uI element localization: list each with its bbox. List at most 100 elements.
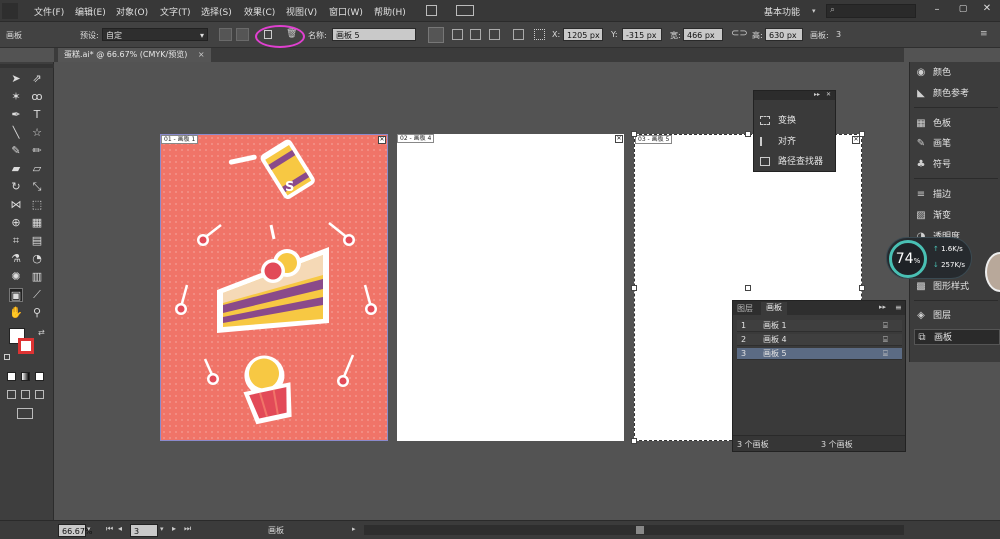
zoom-tool-icon[interactable]: ⚲	[30, 306, 44, 320]
panel-brushes[interactable]: ✎ 画笔	[914, 136, 1000, 152]
resize-handle-tc[interactable]	[745, 131, 751, 137]
x-input[interactable]: 1205 px	[563, 28, 603, 41]
first-artboard-icon[interactable]: ⏮	[106, 524, 113, 534]
artboards-panel-collapse-icon[interactable]: ▸▸	[879, 303, 886, 311]
float-item-pathfinder[interactable]: 路径查找器	[760, 154, 823, 167]
reference-point-icon[interactable]	[534, 29, 545, 40]
document-tab[interactable]: 蛋糕.ai* @ 66.67% (CMYK/预览) ×	[58, 48, 211, 62]
artboard-options-row-icon[interactable]: ⌸	[883, 348, 888, 360]
constrain-link-icon[interactable]: ⊂⊃	[731, 28, 748, 39]
last-artboard-icon[interactable]: ⏭	[184, 524, 191, 534]
arrange-docs-icon[interactable]	[426, 5, 437, 16]
artboard-tool-icon[interactable]: ▣	[9, 288, 23, 302]
float-item-align[interactable]: 对齐	[760, 134, 796, 147]
none-mode-icon[interactable]	[35, 372, 44, 381]
panel-symbols[interactable]: ♣ 符号	[914, 157, 1000, 173]
hand-tool-icon[interactable]: ✋	[9, 306, 23, 320]
float-panel-close-icon[interactable]: ✕	[826, 91, 831, 98]
screen-mode-icon[interactable]	[17, 408, 33, 419]
artboard-options-row-icon[interactable]: ⌸	[883, 334, 888, 346]
layout-menu-icon[interactable]	[456, 5, 474, 16]
artboard-number-dropdown-icon[interactable]: ▾	[160, 525, 164, 533]
tab-layers[interactable]: 图层	[737, 303, 753, 314]
tab-artboards[interactable]: 画板	[761, 302, 787, 315]
height-input[interactable]: 630 px	[765, 28, 803, 41]
artboard-2[interactable]: 02 - 画板 4 ✕	[397, 134, 624, 441]
resize-handle-bl[interactable]	[631, 438, 637, 444]
zoom-dropdown-icon[interactable]: ▾	[87, 525, 91, 533]
artboards-panel-menu-icon[interactable]: ≡	[895, 303, 902, 312]
preset-select[interactable]: 自定 ▾	[102, 28, 208, 41]
draw-normal-icon[interactable]	[7, 390, 16, 399]
menu-file[interactable]: 文件(F)	[34, 5, 64, 18]
magic-wand-tool-icon[interactable]: ✶	[9, 90, 23, 104]
show-center-mark-icon[interactable]	[452, 29, 463, 40]
artboard-2-close-icon[interactable]: ✕	[615, 135, 623, 143]
horizontal-scrollbar[interactable]	[364, 525, 904, 535]
artboard-name-input[interactable]: 画板 5	[332, 28, 416, 41]
float-item-transform[interactable]: 变换	[760, 113, 796, 126]
menu-edit[interactable]: 编辑(E)	[75, 5, 106, 18]
perspective-grid-tool-icon[interactable]: ▦	[30, 216, 44, 230]
slice-tool-icon[interactable]: ⟋	[30, 288, 44, 302]
artboard-number-field[interactable]: 3	[130, 524, 158, 537]
artboard-row-2[interactable]: 2 画板 4 ⌸	[737, 334, 902, 346]
resize-handle-mr[interactable]	[859, 285, 865, 291]
menu-view[interactable]: 视图(V)	[286, 5, 317, 18]
panel-swatches[interactable]: ▦ 色板	[914, 116, 1000, 132]
blob-brush-tool-icon[interactable]: ▰	[9, 162, 23, 176]
resize-handle-tr[interactable]	[859, 131, 865, 137]
mesh-tool-icon[interactable]: ⌗	[9, 234, 23, 248]
document-tab-close-icon[interactable]: ×	[198, 50, 205, 59]
resize-handle-tl[interactable]	[631, 131, 637, 137]
draw-inside-icon[interactable]	[35, 390, 44, 399]
panel-color-guide[interactable]: ◣ 颜色参考	[914, 86, 1000, 102]
network-speed-widget[interactable]: 74% ↑ 1.6K/s ↓ 257K/s	[886, 237, 972, 279]
artboard-1[interactable]: 01 - 画板 1 ✕ S	[160, 134, 388, 441]
tools-panel-grip[interactable]	[0, 64, 54, 68]
paintbrush-tool-icon[interactable]: ✎	[9, 144, 23, 158]
minimize-button[interactable]: –	[930, 4, 944, 16]
maximize-button[interactable]: ▢	[956, 4, 970, 16]
search-field[interactable]: ⌕	[826, 4, 916, 18]
stroke-swatch[interactable]	[18, 338, 34, 354]
symbol-sprayer-tool-icon[interactable]: ✺	[9, 270, 23, 284]
horizontal-scroll-thumb[interactable]	[636, 526, 644, 534]
landscape-button[interactable]	[236, 28, 249, 41]
eyedropper-tool-icon[interactable]: ⚗	[9, 252, 23, 266]
pencil-tool-icon[interactable]: ✏	[30, 144, 44, 158]
float-panel-collapse-icon[interactable]: ▸▸	[814, 91, 820, 98]
workspace-switcher[interactable]: 基本功能	[764, 5, 800, 18]
artboard-options-icon[interactable]	[513, 29, 524, 40]
menu-effect[interactable]: 效果(C)	[244, 5, 275, 18]
portrait-button[interactable]	[219, 28, 232, 41]
gradient-tool-icon[interactable]: ▤	[30, 234, 44, 248]
next-artboard-icon[interactable]: ▸	[172, 524, 176, 533]
artboard-3-label[interactable]: 03 - 画板 5	[635, 135, 673, 144]
resize-handle-center[interactable]	[745, 285, 751, 291]
color-mode-icon[interactable]	[7, 372, 16, 381]
width-tool-icon[interactable]: ⋈	[9, 198, 23, 212]
lasso-tool-icon[interactable]: ꝏ	[30, 90, 44, 104]
free-transform-tool-icon[interactable]: ⬚	[30, 198, 44, 212]
menu-type[interactable]: 文字(T)	[160, 5, 191, 18]
close-window-button[interactable]: ✕	[980, 3, 994, 15]
workspace-dropdown-icon[interactable]: ▾	[812, 7, 816, 15]
panel-gradient[interactable]: ▨ 渐变	[914, 208, 1000, 224]
artboard-row-1[interactable]: 1 画板 1 ⌸	[737, 320, 902, 332]
default-colors-icon[interactable]	[4, 354, 10, 360]
rotate-tool-icon[interactable]: ↻	[9, 180, 23, 194]
gradient-mode-icon[interactable]	[21, 372, 30, 381]
width-input[interactable]: 466 px	[683, 28, 723, 41]
pen-tool-icon[interactable]: ✒	[9, 108, 23, 122]
artboard-row-3[interactable]: 3 画板 5 ⌸	[737, 348, 902, 360]
swap-colors-icon[interactable]: ⇄	[38, 328, 45, 337]
blend-tool-icon[interactable]: ◔	[30, 252, 44, 266]
line-tool-icon[interactable]: ╲	[9, 126, 23, 140]
eraser-tool-icon[interactable]: ▱	[30, 162, 44, 176]
show-cross-hairs-icon[interactable]	[470, 29, 481, 40]
direct-selection-tool-icon[interactable]: ⇗	[30, 72, 44, 86]
star-tool-icon[interactable]: ☆	[30, 126, 44, 140]
status-menu-arrow-icon[interactable]: ▸	[352, 525, 356, 533]
artboard-2-label[interactable]: 02 - 画板 4	[397, 134, 435, 143]
